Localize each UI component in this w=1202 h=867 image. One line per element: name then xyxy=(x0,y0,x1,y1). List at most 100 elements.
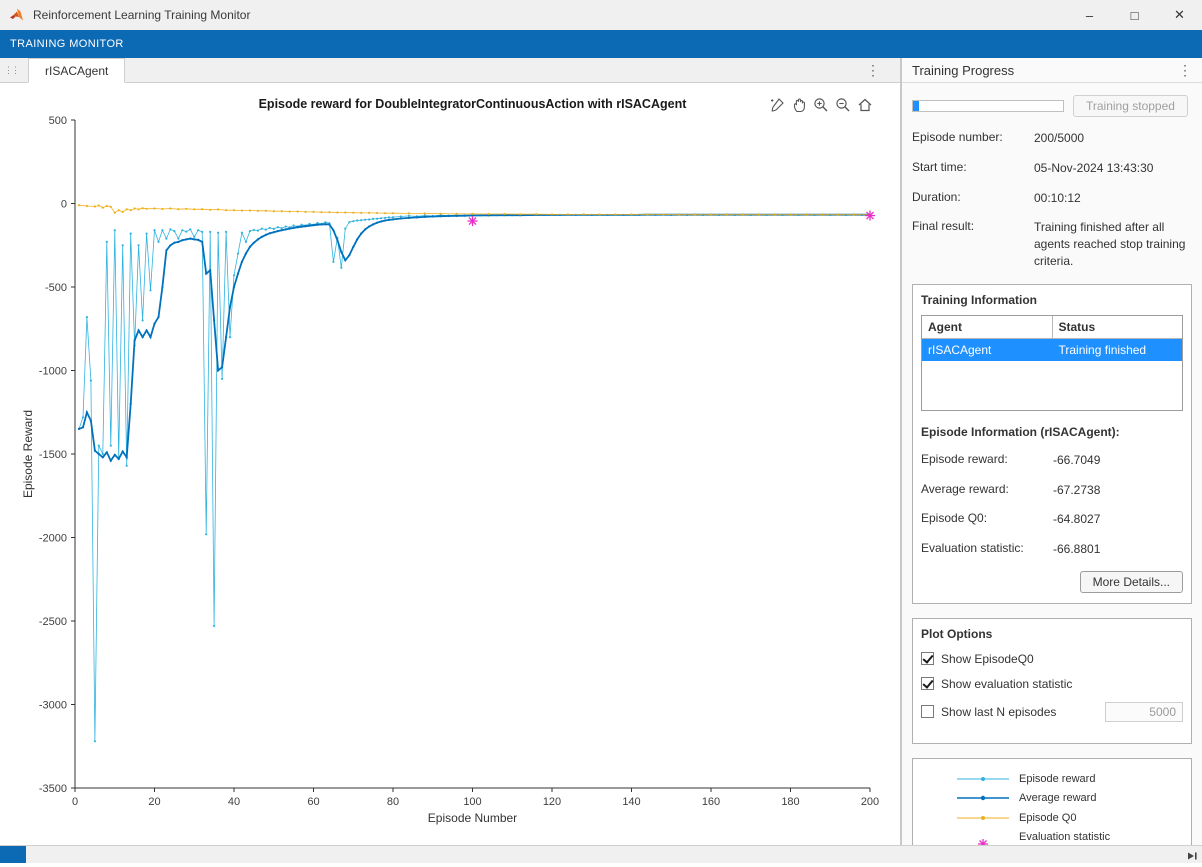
chart-legend: Episode reward Average reward Episode Q0 xyxy=(912,758,1192,845)
episode-reward-line-sample xyxy=(955,773,1011,785)
info-label: Episode number: xyxy=(912,130,1034,147)
average-reward-row: Average reward: -67.2738 xyxy=(921,482,1183,499)
svg-text:140: 140 xyxy=(622,796,640,808)
legend-item-episode-reward: Episode reward xyxy=(955,772,1185,786)
matlab-logo-icon xyxy=(9,7,25,23)
legend-label: Average reward xyxy=(1019,791,1096,805)
legend-label: Episode Q0 xyxy=(1019,811,1076,825)
y-axis-label: Episode Reward xyxy=(21,410,35,498)
duration-row: Duration: 00:10:12 xyxy=(912,190,1192,207)
info-label: Duration: xyxy=(912,190,1034,207)
info-value: -64.8027 xyxy=(1053,511,1183,528)
episode-number-row: Episode number: 200/5000 xyxy=(912,130,1192,147)
svg-text:-500: -500 xyxy=(45,282,67,294)
svg-text:-3500: -3500 xyxy=(39,783,67,795)
drag-handle-icon[interactable]: ⋮⋮ xyxy=(4,65,18,76)
bottom-bar xyxy=(0,845,1202,863)
progress-fill xyxy=(913,101,919,111)
info-value: Training finished after all agents reach… xyxy=(1034,219,1186,269)
evaluation-statistic-row: Evaluation statistic: -66.8801 xyxy=(921,541,1183,558)
agent-cell: rISACAgent xyxy=(922,338,1052,361)
start-time-row: Start time: 05-Nov-2024 13:43:30 xyxy=(912,160,1192,177)
show-episodeq0-option: Show EpisodeQ0 xyxy=(921,652,1183,666)
more-details-button[interactable]: More Details... xyxy=(1080,571,1183,593)
legend-item-episode-q0: Episode Q0 xyxy=(955,811,1185,825)
svg-text:200: 200 xyxy=(861,796,879,808)
checkbox-label: Show last N episodes xyxy=(941,705,1056,719)
svg-text:500: 500 xyxy=(49,115,67,127)
agent-row[interactable]: rISACAgent Training finished xyxy=(922,338,1182,361)
show-last-n-episodes-checkbox[interactable] xyxy=(921,705,934,718)
plot-options-section: Plot Options Show EpisodeQ0 Show evaluat… xyxy=(912,618,1192,744)
section-title: Training Information xyxy=(921,293,1183,307)
svg-text:-1000: -1000 xyxy=(39,366,67,378)
svg-text:180: 180 xyxy=(781,796,799,808)
svg-text:100: 100 xyxy=(463,796,481,808)
final-result-row: Final result: Training finished after al… xyxy=(912,219,1192,269)
legend-item-evaluation-statistic: Evaluation statistic (MeanEpisodeReward) xyxy=(955,830,1185,845)
legend-label: Episode reward xyxy=(1019,772,1095,786)
svg-text:20: 20 xyxy=(148,796,160,808)
collapsed-panel-stub[interactable] xyxy=(0,846,26,863)
training-progress-panel: Training Progress ⋮ Training stopped Epi… xyxy=(901,58,1202,845)
show-evaluation-statistic-option: Show evaluation statistic xyxy=(921,677,1183,691)
panel-title: Training Progress xyxy=(912,63,1014,78)
info-value: -67.2738 xyxy=(1053,482,1183,499)
info-label: Evaluation statistic: xyxy=(921,541,1053,558)
agent-column-header: Agent xyxy=(922,316,1052,339)
episode-information-title: Episode Information (rISACAgent): xyxy=(921,425,1183,439)
expand-panel-icon[interactable] xyxy=(1186,849,1198,867)
tab-label: rISACAgent xyxy=(45,64,108,78)
progress-bar xyxy=(912,100,1064,112)
maximize-button[interactable]: □ xyxy=(1112,0,1157,30)
show-evaluation-statistic-checkbox[interactable] xyxy=(921,677,934,690)
plot-region: Episode reward for DoubleIntegratorConti… xyxy=(0,83,900,845)
info-value: 200/5000 xyxy=(1034,130,1192,147)
svg-text:40: 40 xyxy=(228,796,240,808)
info-label: Episode reward: xyxy=(921,452,1053,469)
tab-risacagent[interactable]: rISACAgent xyxy=(28,58,125,83)
document-tab-bar: ⋮⋮ rISACAgent ⋮ xyxy=(0,58,900,83)
svg-text:120: 120 xyxy=(543,796,561,808)
training-stopped-button[interactable]: Training stopped xyxy=(1073,95,1188,117)
document-area: ⋮⋮ rISACAgent ⋮ Episode reward for Doubl… xyxy=(0,58,901,845)
svg-text:60: 60 xyxy=(307,796,319,808)
svg-text:-2500: -2500 xyxy=(39,616,67,628)
status-cell: Training finished xyxy=(1052,338,1182,361)
info-value: 00:10:12 xyxy=(1034,190,1192,207)
info-label: Average reward: xyxy=(921,482,1053,499)
close-button[interactable]: ✕ xyxy=(1157,0,1202,30)
info-label: Episode Q0: xyxy=(921,511,1053,528)
show-last-n-episodes-option: Show last N episodes xyxy=(921,702,1183,722)
episode-q0-line-sample xyxy=(955,812,1011,824)
panel-header: Training Progress ⋮ xyxy=(902,58,1202,83)
svg-text:160: 160 xyxy=(702,796,720,808)
document-menu-icon[interactable]: ⋮ xyxy=(866,63,880,77)
reward-chart[interactable]: 0 20 40 60 80 100 120 140 160 180 200 500 0 -500 -1000… xyxy=(0,83,901,845)
info-label: Final result: xyxy=(912,219,1034,269)
x-axis-label: Episode Number xyxy=(75,811,870,825)
panel-menu-icon[interactable]: ⋮ xyxy=(1178,63,1192,77)
progress-row: Training stopped xyxy=(912,95,1192,117)
average-reward-line-sample xyxy=(955,792,1011,804)
agents-table: Agent Status rISACAgent Training finishe… xyxy=(921,315,1183,411)
section-title: Plot Options xyxy=(921,627,1183,641)
svg-text:80: 80 xyxy=(387,796,399,808)
episode-reward-row: Episode reward: -66.7049 xyxy=(921,452,1183,469)
svg-text:-1500: -1500 xyxy=(39,449,67,461)
svg-text:0: 0 xyxy=(61,199,67,211)
info-value: -66.8801 xyxy=(1053,541,1183,558)
window-titlebar: Reinforcement Learning Training Monitor … xyxy=(0,0,1202,30)
checkbox-label: Show evaluation statistic xyxy=(941,677,1072,691)
svg-text:-2000: -2000 xyxy=(39,533,67,545)
show-episodeq0-checkbox[interactable] xyxy=(921,652,934,665)
last-n-episodes-input[interactable] xyxy=(1105,702,1183,722)
status-column-header: Status xyxy=(1052,316,1182,339)
toolstrip-header: TRAINING MONITOR xyxy=(0,30,1202,58)
training-summary: Episode number: 200/5000 Start time: 05-… xyxy=(912,130,1192,270)
svg-text:0: 0 xyxy=(72,796,78,808)
checkbox-label: Show EpisodeQ0 xyxy=(941,652,1034,666)
minimize-button[interactable]: – xyxy=(1067,0,1112,30)
episode-q0-row: Episode Q0: -64.8027 xyxy=(921,511,1183,528)
toolstrip-tab-label: TRAINING MONITOR xyxy=(10,38,124,50)
